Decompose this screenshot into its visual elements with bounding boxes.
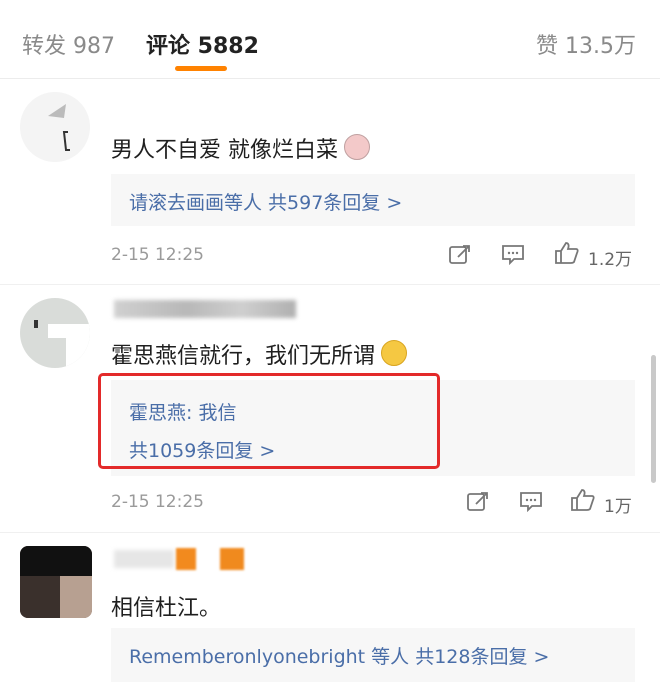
avatar-sketch-icon	[48, 104, 70, 151]
comment-icon[interactable]	[518, 490, 544, 512]
comment-text: 相信杜江。	[111, 596, 222, 621]
replies-summary-link[interactable]: Rememberonlyonebright 等人 共128条回复 >	[129, 642, 549, 669]
like-icon[interactable]	[554, 241, 580, 265]
share-icon[interactable]	[466, 490, 490, 512]
blurred-badge	[220, 548, 244, 570]
comment-text: 男人不自爱 就像烂白菜	[111, 132, 370, 164]
reply-preview[interactable]: Rememberonlyonebright 等人 共128条回复 >	[111, 628, 635, 682]
panda-emoji-icon	[344, 134, 370, 160]
comment-time: 2-15 12:25	[111, 492, 204, 512]
like-icon[interactable]	[570, 488, 596, 512]
blurred-badge	[176, 548, 196, 570]
avatar-pixel-icon	[34, 320, 90, 368]
highlight-frame	[98, 373, 440, 469]
like-count: 1.2万	[588, 250, 633, 270]
reply-preview[interactable]: 请滚去画画等人 共597条回复 >	[111, 174, 635, 226]
replies-summary-link[interactable]: 请滚去画画等人 共597条回复 >	[129, 188, 402, 215]
avatar-photo-icon	[20, 546, 92, 618]
avatar[interactable]	[20, 92, 90, 162]
divider	[0, 532, 660, 533]
comment-icon[interactable]	[500, 243, 526, 265]
like-count: 1万	[604, 497, 632, 517]
smirk-emoji-icon	[381, 340, 408, 366]
share-icon[interactable]	[448, 243, 472, 265]
comment-tabs: 转发 987 评论 5882 赞 13.5万	[0, 0, 660, 79]
scrollbar[interactable]	[651, 355, 656, 483]
blurred-username	[114, 550, 174, 568]
comment-time: 2-15 12:25	[111, 245, 204, 265]
tab-comments[interactable]: 评论 5882	[146, 28, 259, 60]
comment-text: 霍思燕信就行，我们无所谓	[111, 338, 408, 370]
tab-repost[interactable]: 转发 987	[22, 28, 115, 60]
blurred-username	[114, 300, 296, 318]
avatar[interactable]	[20, 546, 92, 618]
tab-likes[interactable]: 赞 13.5万	[536, 28, 636, 60]
avatar[interactable]	[20, 298, 90, 368]
divider	[0, 284, 660, 285]
active-tab-indicator	[175, 66, 227, 71]
